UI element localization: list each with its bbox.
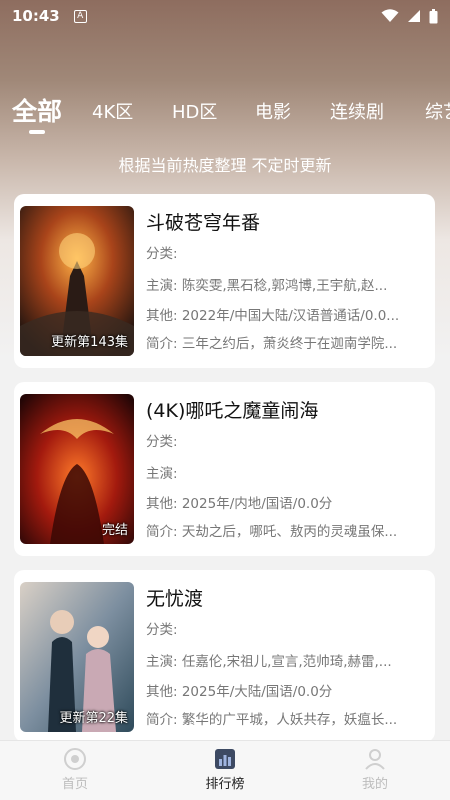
status-time: 10:43 [12,7,60,25]
tab-indicator [29,130,45,134]
item-cast: 主演: 任嘉伦,宋祖儿,宣言,范帅琦,赫雷,... [146,654,392,670]
nav-mine[interactable]: 我的 [335,747,415,792]
item-cast: 主演: 陈奕雯,黑石稔,郭鸿博,王宇航,赵... [146,278,388,294]
item-intro: 简介: 繁华的广平城，人妖共存，妖瘟长... [146,712,398,728]
item-category: 分类: [146,246,178,262]
poster-image[interactable]: 更新第22集 [20,582,134,732]
tab-movie[interactable]: 电影 [255,98,291,124]
list-item[interactable]: 更新第143集 斗破苍穹年番 分类: 主演: 陈奕雯,黑石稔,郭鸿博,王宇航,赵… [14,194,435,368]
tab-hd[interactable]: HD区 [172,98,217,124]
nav-home[interactable]: 首页 [35,747,115,792]
status-right [381,8,438,24]
list-item[interactable]: 更新第22集 无忧渡 分类: 主演: 任嘉伦,宋祖儿,宣言,范帅琦,赫雷,...… [14,570,435,742]
wifi-icon [381,9,399,22]
ranking-subtitle: 根据当前热度整理 不定时更新 [118,156,332,175]
list-item[interactable]: 完结 (4K)哪吒之魔童闹海 分类: 主演: 其他: 2025年/内地/国语/0… [14,382,435,556]
signal-icon [408,10,420,22]
category-tabs: 全部 4K区 HD区 电影 连续剧 综艺 [0,90,450,140]
nav-home-label: 首页 [61,777,88,792]
notification-icon: A [73,9,87,23]
item-title[interactable]: (4K)哪吒之魔童闹海 [146,396,318,423]
item-intro: 简介: 天劫之后，哪吒、敖丙的灵魂虽保... [146,524,398,540]
item-category: 分类: [146,434,178,450]
status-bar: 10:43 A [0,0,450,32]
home-icon [64,748,86,770]
battery-icon [429,8,438,23]
item-category: 分类: [146,622,178,638]
nav-ranking[interactable]: 排行榜 [185,747,265,792]
episode-badge: 更新第143集 [51,335,128,350]
item-other: 其他: 2022年/中国大陆/汉语普通话/0.0... [146,308,400,324]
item-cast: 主演: [146,466,178,482]
nav-ranking-label: 排行榜 [205,777,245,792]
episode-badge: 完结 [101,523,128,538]
item-title[interactable]: 无忧渡 [146,584,203,611]
item-intro: 简介: 三年之约后，萧炎终于在迦南学院... [146,336,398,352]
poster-image[interactable]: 完结 [20,394,134,544]
bottom-nav: 首页 排行榜 我的 [0,740,450,800]
item-other: 其他: 2025年/大陆/国语/0.0分 [146,684,333,700]
item-other: 其他: 2025年/内地/国语/0.0分 [146,496,333,512]
ranking-icon [215,749,235,769]
tab-variety[interactable]: 综艺 [425,98,450,124]
nav-mine-label: 我的 [361,777,388,792]
tab-4k[interactable]: 4K区 [92,98,133,124]
user-icon [365,749,385,770]
episode-badge: 更新第22集 [59,711,128,726]
tab-all[interactable]: 全部 [12,92,62,128]
tab-series[interactable]: 连续剧 [330,98,384,124]
item-title[interactable]: 斗破苍穹年番 [146,208,260,235]
poster-image[interactable]: 更新第143集 [20,206,134,356]
